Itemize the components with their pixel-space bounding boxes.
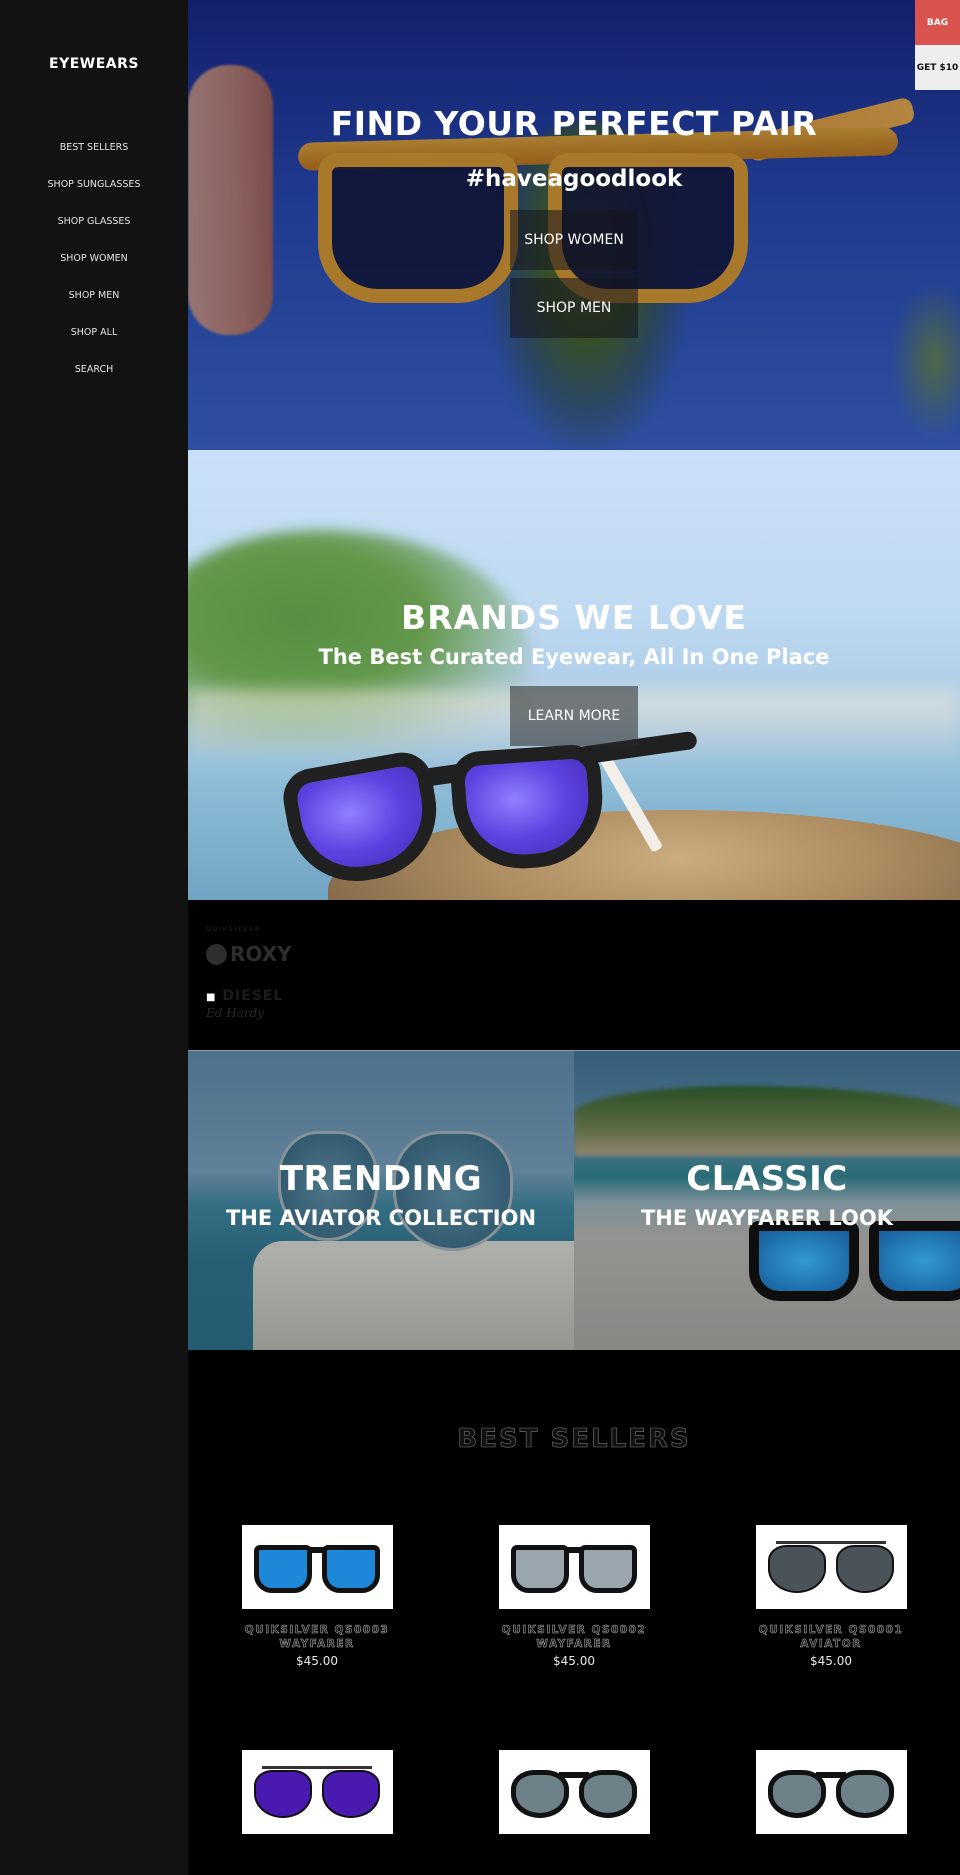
product-card[interactable]: QUIKSILVER QS0003 WAYFARER $45.00	[188, 1525, 446, 1668]
brands-banner: BRANDS WE LOVE The Best Curated Eyewear,…	[188, 450, 960, 900]
aviator-sunglasses-icon	[766, 1537, 896, 1597]
round-sunglasses-icon	[766, 1762, 896, 1822]
brands-title: BRANDS WE LOVE	[401, 598, 747, 637]
product-name[interactable]: QUIKSILVER QS0001 AVIATOR	[702, 1623, 960, 1651]
product-image[interactable]	[498, 1525, 650, 1609]
product-image[interactable]	[241, 1525, 393, 1609]
product-image[interactable]	[755, 1525, 907, 1609]
product-name[interactable]: QUIKSILVER QS0002 WAYFARER	[445, 1623, 703, 1651]
classic-collection-tile[interactable]: CLASSIC THE WAYFARER LOOK	[574, 1051, 960, 1351]
wayfarer-sunglasses-icon	[509, 1537, 639, 1597]
brands-subtitle: The Best Curated Eyewear, All In One Pla…	[318, 645, 830, 669]
product-card[interactable]	[188, 1750, 446, 1834]
trending-collection-tile[interactable]: TRENDING THE AVIATOR COLLECTION	[188, 1051, 574, 1351]
product-image[interactable]	[755, 1750, 907, 1834]
nav-shop-women[interactable]: SHOP WOMEN	[0, 251, 188, 288]
product-name[interactable]: QUIKSILVER QS0003 WAYFARER	[188, 1623, 446, 1651]
nav-shop-all[interactable]: SHOP ALL	[0, 325, 188, 362]
roxy-logo[interactable]: ROXY	[206, 942, 292, 966]
product-card[interactable]: QUIKSILVER QS0002 WAYFARER $45.00	[445, 1525, 703, 1668]
nav-search[interactable]: SEARCH	[0, 362, 188, 399]
hero-title: FIND YOUR PERFECT PAIR	[330, 104, 818, 143]
collections: TRENDING THE AVIATOR COLLECTION CLASSIC …	[188, 1050, 960, 1351]
collection-title: TRENDING	[279, 1159, 483, 1199]
nav-shop-men[interactable]: SHOP MEN	[0, 288, 188, 325]
diesel-logo[interactable]: ■ DIESEL	[206, 988, 283, 1004]
wayfarer-sunglasses-icon	[252, 1537, 382, 1597]
product-image[interactable]	[498, 1750, 650, 1834]
product-card[interactable]: QUIKSILVER QS0001 AVIATOR $45.00	[702, 1525, 960, 1668]
roxy-heart-icon	[206, 943, 227, 965]
collection-subtitle: THE AVIATOR COLLECTION	[225, 1206, 537, 1230]
ed-hardy-logo[interactable]: Ed Hardy	[206, 1006, 264, 1020]
product-price: $45.00	[296, 1654, 338, 1668]
nav-shop-glasses[interactable]: SHOP GLASSES	[0, 214, 188, 251]
nav-shop-sunglasses[interactable]: SHOP SUNGLASSES	[0, 177, 188, 214]
shop-women-button[interactable]: SHOP WOMEN	[510, 210, 638, 270]
brand-logos: QUIKSILVER ROXY ■ DIESEL Ed Hardy	[188, 900, 960, 1050]
get-10-promo-button[interactable]: GET $10	[915, 45, 960, 90]
hero-banner: FIND YOUR PERFECT PAIR #haveagoodlook SH…	[188, 0, 960, 450]
sidebar-nav: BEST SELLERS SHOP SUNGLASSES SHOP GLASSE…	[0, 140, 188, 399]
product-price: $45.00	[553, 1654, 595, 1668]
best-sellers-section: BEST SELLERS QUIKSILVER QS0003 WAYFARER $…	[188, 1350, 960, 1875]
collection-subtitle: THE WAYFARER LOOK	[640, 1206, 894, 1230]
site-logo[interactable]: EYEWEARS	[0, 56, 188, 72]
nav-best-sellers[interactable]: BEST SELLERS	[0, 140, 188, 177]
round-sunglasses-icon	[509, 1762, 639, 1822]
learn-more-button[interactable]: LEARN MORE	[510, 686, 638, 746]
sidebar: EYEWEARS BEST SELLERS SHOP SUNGLASSES SH…	[0, 0, 188, 1875]
product-image[interactable]	[241, 1750, 393, 1834]
aviator-sunglasses-icon	[252, 1762, 382, 1822]
product-card[interactable]	[445, 1750, 703, 1834]
product-card[interactable]	[702, 1750, 960, 1834]
product-price: $45.00	[810, 1654, 852, 1668]
quiksilver-logo[interactable]: QUIKSILVER	[206, 926, 261, 933]
collection-title: CLASSIC	[686, 1159, 848, 1199]
bag-button[interactable]: BAG	[915, 0, 960, 45]
best-sellers-title: BEST SELLERS	[457, 1424, 691, 1455]
shop-men-button[interactable]: SHOP MEN	[510, 278, 638, 338]
hero-hashtag: #haveagoodlook	[465, 166, 683, 192]
